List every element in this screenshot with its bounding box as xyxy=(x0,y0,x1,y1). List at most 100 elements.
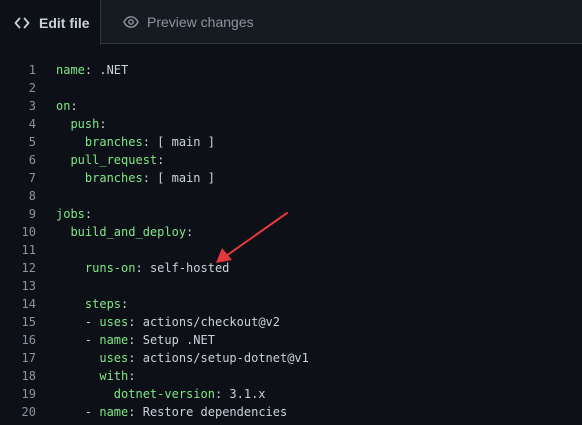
code-line[interactable]: 4 push: xyxy=(0,115,582,133)
yaml-key: uses xyxy=(99,351,129,365)
line-number: 3 xyxy=(28,99,36,113)
line-number: 5 xyxy=(28,135,36,149)
code-line[interactable]: 10 build_and_deploy: xyxy=(0,223,582,241)
yaml-key: name xyxy=(99,405,129,419)
line-indent: - xyxy=(56,333,100,347)
eye-icon xyxy=(123,14,139,30)
yaml-separator: : xyxy=(142,135,158,149)
yaml-separator: : xyxy=(135,261,150,275)
line-number: 4 xyxy=(28,117,36,131)
code-line[interactable]: 8 xyxy=(0,187,582,205)
yaml-separator: : xyxy=(214,387,230,401)
line-number: 1 xyxy=(28,63,36,77)
code-line[interactable]: 5 branches: [ main ] xyxy=(0,133,582,151)
yaml-key: runs-on xyxy=(84,261,136,275)
line-content: uses: actions/setup-dotnet@v1 xyxy=(56,349,309,367)
line-indent: - xyxy=(56,315,100,329)
yaml-key: dotnet-version xyxy=(113,387,215,401)
line-content: steps: xyxy=(56,295,128,313)
line-number: 19 xyxy=(21,387,36,401)
line-content: - name: Restore dependencies xyxy=(56,403,287,421)
code-line[interactable]: 12 runs-on: self-hosted xyxy=(0,259,582,277)
yaml-separator: : xyxy=(128,315,143,329)
line-number: 9 xyxy=(28,207,36,221)
code-line[interactable]: 19 dotnet-version: 3.1.x xyxy=(0,385,582,403)
yaml-key: branches xyxy=(84,171,143,185)
code-line[interactable]: 11 xyxy=(0,241,582,259)
line-content: branches: [ main ] xyxy=(56,133,215,151)
code-icon xyxy=(14,15,30,31)
yaml-key: branches xyxy=(84,135,143,149)
line-number: 2 xyxy=(28,81,36,95)
line-content: build_and_deploy: xyxy=(56,223,193,241)
line-content: dotnet-version: 3.1.x xyxy=(56,385,266,403)
code-line[interactable]: 13 xyxy=(0,277,582,295)
line-content: name: .NET xyxy=(56,61,128,79)
line-content: branches: [ main ] xyxy=(56,169,215,187)
yaml-value: Restore dependencies xyxy=(142,405,288,419)
code-line[interactable]: 9 jobs: xyxy=(0,205,582,223)
line-number: 15 xyxy=(21,315,36,329)
code-line[interactable]: 20 - name: Restore dependencies xyxy=(0,403,582,421)
yaml-key: uses xyxy=(99,315,129,329)
yaml-separator: : xyxy=(128,351,143,365)
line-number: 18 xyxy=(21,369,36,383)
tab-bar: Edit file Preview changes xyxy=(0,0,582,45)
line-content: push: xyxy=(56,115,107,133)
code-line[interactable]: 17 uses: actions/setup-dotnet@v1 xyxy=(0,349,582,367)
yaml-value: Setup .NET xyxy=(142,333,215,347)
line-number: 8 xyxy=(28,189,36,203)
line-number: 20 xyxy=(21,405,36,419)
yaml-value: self-hosted xyxy=(149,261,230,275)
line-indent: - xyxy=(56,405,100,419)
yaml-key: jobs xyxy=(56,207,85,221)
yaml-separator: : xyxy=(128,405,143,419)
code-line[interactable]: 1 name: .NET xyxy=(0,61,582,79)
yaml-separator: : xyxy=(186,225,194,239)
yaml-separator: : xyxy=(70,99,78,113)
yaml-value: .NET xyxy=(99,63,129,77)
line-number: 6 xyxy=(28,153,36,167)
line-number: 11 xyxy=(21,243,36,257)
line-number: 14 xyxy=(21,297,36,311)
code-line[interactable]: 7 branches: [ main ] xyxy=(0,169,582,187)
line-number: 16 xyxy=(21,333,36,347)
yaml-key: on xyxy=(56,99,71,113)
yaml-separator: : xyxy=(84,63,100,77)
yaml-key: pull_request xyxy=(70,153,158,167)
yaml-key: with xyxy=(99,369,129,383)
line-content: runs-on: self-hosted xyxy=(56,259,230,277)
yaml-separator: : xyxy=(84,207,93,221)
code-editor[interactable]: 1 name: .NET 2 3 on: 4 push: 5 branches: [ mai… xyxy=(0,61,582,421)
code-line[interactable]: 3 on: xyxy=(0,97,582,115)
code-line[interactable]: 18 with: xyxy=(0,367,582,385)
line-number: 7 xyxy=(28,171,36,185)
line-number: 17 xyxy=(21,351,36,365)
yaml-separator: : xyxy=(121,297,129,311)
tab-preview-changes[interactable]: Preview changes xyxy=(123,0,254,44)
yaml-separator: : xyxy=(157,153,165,167)
yaml-value: [ main ] xyxy=(157,135,215,149)
tab-edit-file[interactable]: Edit file xyxy=(0,0,101,45)
code-line[interactable]: 16 - name: Setup .NET xyxy=(0,331,582,349)
yaml-separator: : xyxy=(99,117,107,131)
line-content: jobs: xyxy=(56,205,92,223)
yaml-value: actions/checkout@v2 xyxy=(142,315,280,329)
line-content: - uses: actions/checkout@v2 xyxy=(56,313,280,331)
tab-preview-changes-label: Preview changes xyxy=(147,14,254,30)
code-line[interactable]: 6 pull_request: xyxy=(0,151,582,169)
code-line[interactable]: 15 - uses: actions/checkout@v2 xyxy=(0,313,582,331)
yaml-separator: : xyxy=(142,171,158,185)
code-line[interactable]: 2 xyxy=(0,79,582,97)
yaml-key: steps xyxy=(84,297,122,311)
code-line[interactable]: 14 steps: xyxy=(0,295,582,313)
yaml-key: name xyxy=(56,63,85,77)
